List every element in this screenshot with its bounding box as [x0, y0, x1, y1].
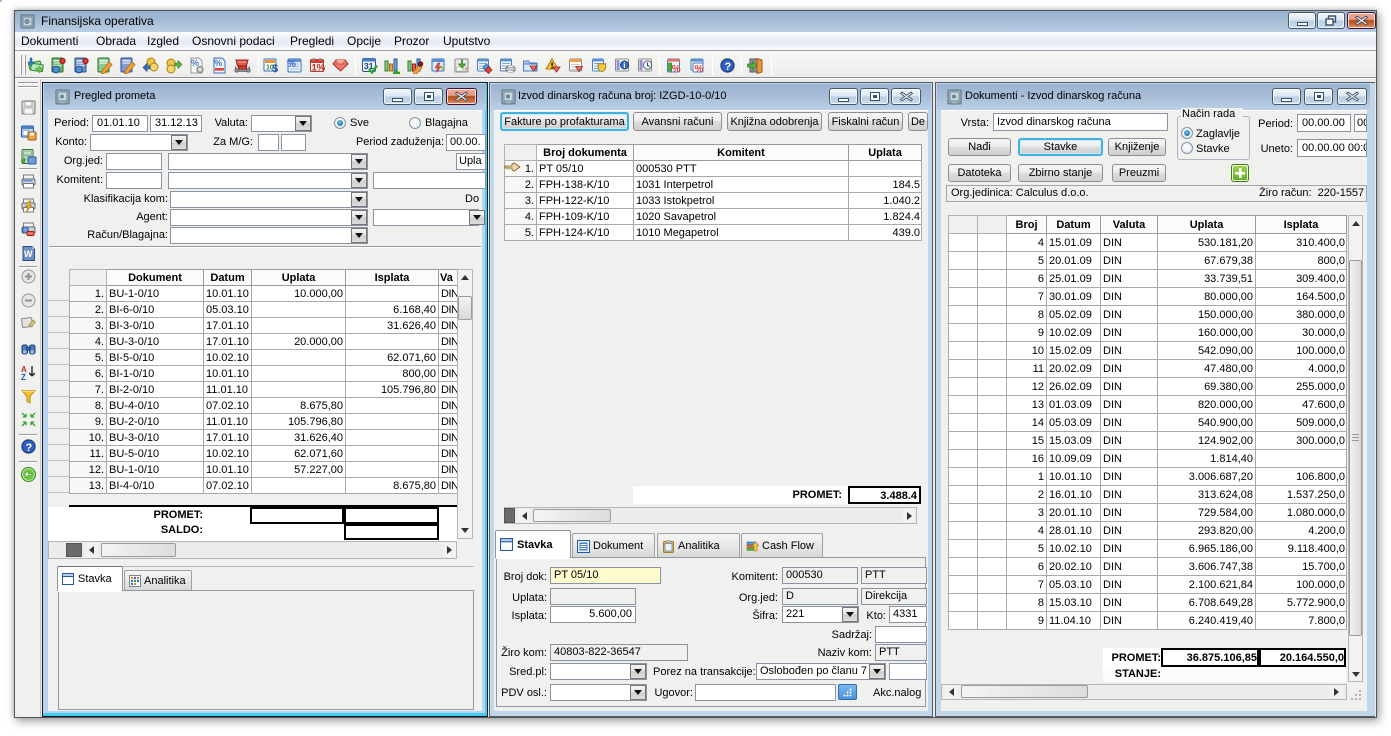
svg-text:%: %	[695, 64, 704, 74]
svg-text:i: i	[623, 61, 625, 70]
svg-text:W: W	[24, 249, 33, 259]
svg-text:%: %	[214, 58, 222, 68]
svg-text:%: %	[191, 58, 199, 68]
svg-text:%: %	[672, 64, 681, 74]
svg-text:?: ?	[725, 61, 732, 73]
svg-text:%: %	[287, 59, 296, 70]
svg-text:1%: 1%	[312, 63, 326, 74]
svg-text:Z: Z	[21, 373, 26, 381]
svg-text:$: $	[272, 63, 278, 74]
svg-text:?: ?	[26, 442, 33, 454]
